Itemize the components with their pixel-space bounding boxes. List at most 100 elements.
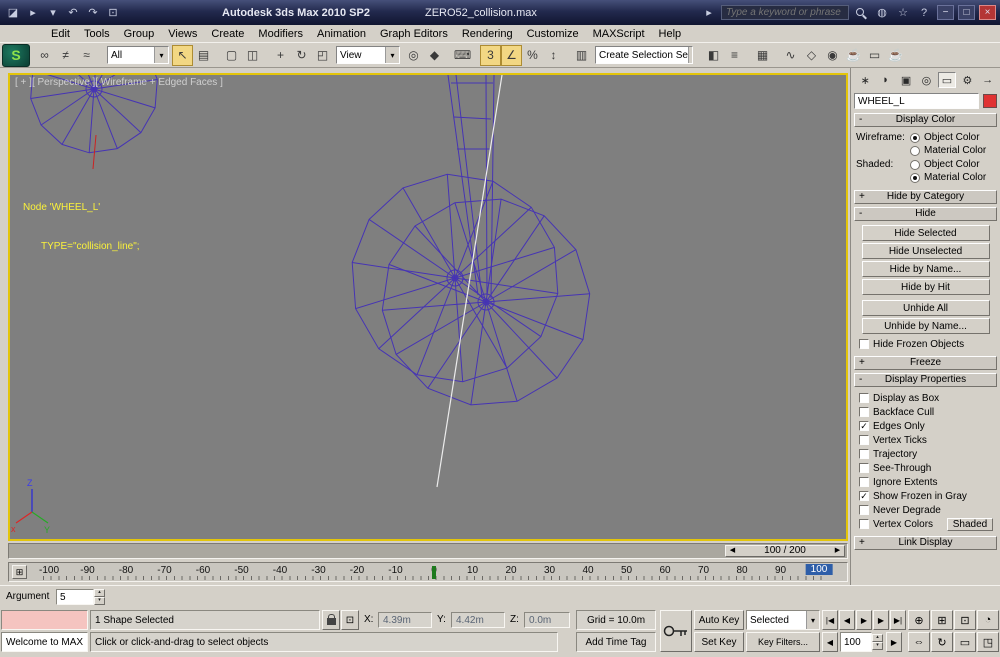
communication-center-icon[interactable]: ◍ — [873, 4, 891, 21]
hide-by-category-header[interactable]: + Hide by Category — [854, 190, 997, 204]
spinner-down-icon[interactable]: ▾ — [94, 597, 105, 605]
select-object-icon[interactable]: ↖ — [172, 44, 193, 66]
maximize-viewport-icon[interactable]: ◳ — [977, 632, 999, 652]
tab-create[interactable]: ∗ — [856, 72, 874, 88]
use-pivot-point-icon[interactable]: ◎ — [403, 45, 424, 66]
select-and-link-icon[interactable]: ∞ — [34, 45, 55, 66]
select-and-move-icon[interactable]: + — [270, 45, 291, 66]
menu-graph-editors[interactable]: Graph Editors — [373, 27, 455, 41]
reference-coordinate-dropdown[interactable]: View ▾ — [336, 46, 400, 64]
tab-utilities[interactable]: ⚙ — [958, 72, 976, 88]
zoom-region-icon[interactable]: ▭ — [954, 632, 976, 652]
display-color-header[interactable]: - Display Color — [854, 113, 997, 127]
auto-key-button[interactable]: Auto Key — [694, 610, 744, 630]
set-keys-button[interactable] — [660, 610, 692, 652]
add-time-tag[interactable]: Add Time Tag — [576, 632, 656, 652]
help-icon[interactable]: ? — [915, 4, 933, 21]
orbit-icon[interactable]: ↻ — [931, 632, 953, 652]
menu-help[interactable]: Help — [652, 27, 689, 41]
radio-wireframe-object-color[interactable] — [910, 132, 920, 143]
y-coordinate-field[interactable]: 4.42m — [451, 612, 505, 628]
argument-spinner[interactable]: ▴ ▾ — [94, 589, 105, 605]
spinner-down-icon[interactable]: ▾ — [872, 642, 883, 650]
menu-rendering[interactable]: Rendering — [455, 27, 520, 41]
viewport-label[interactable]: [ + ][ Perspective ][ Wireframe + Edged … — [15, 77, 223, 88]
named-selection-dropdown[interactable]: Create Selection Se▾ — [595, 46, 693, 64]
checkbox-ignore-extents[interactable] — [859, 477, 869, 487]
previous-frame-arrow-icon[interactable]: ◀ — [726, 545, 739, 557]
zoom-extents-icon[interactable]: ⊡ — [954, 610, 976, 630]
percent-snap-icon[interactable]: % — [522, 45, 543, 66]
field-of-view-icon[interactable]: ◔ — [977, 610, 999, 630]
checkbox-vertex-ticks[interactable] — [859, 435, 869, 445]
button-unhide-by-name[interactable]: Unhide by Name... — [861, 318, 990, 334]
checkbox-see-through[interactable] — [859, 463, 869, 473]
maxscript-listener-pink[interactable] — [1, 610, 88, 630]
hide-header[interactable]: - Hide — [854, 207, 997, 221]
spinner-up-icon[interactable]: ▴ — [872, 634, 883, 642]
button-hide-by-hit[interactable]: Hide by Hit — [861, 279, 990, 295]
go-to-start-button[interactable]: |◀ — [822, 610, 838, 630]
checkbox-trajectory[interactable] — [859, 449, 869, 459]
button-unhide-all[interactable]: Unhide All — [861, 300, 990, 316]
zoom-icon[interactable]: ⊕ — [908, 610, 930, 630]
menu-views[interactable]: Views — [161, 27, 204, 41]
radio-shaded-material-color[interactable] — [910, 172, 920, 183]
select-and-manipulate-icon[interactable]: ◆ — [424, 45, 445, 66]
shaded-button[interactable]: Shaded — [947, 517, 993, 531]
menu-tools[interactable]: Tools — [77, 27, 117, 41]
object-name-input[interactable] — [854, 93, 979, 109]
object-color-swatch[interactable] — [983, 94, 997, 108]
welcome-to-max-button[interactable]: Welcome to MAX — [1, 632, 88, 652]
chevron-down-icon[interactable]: ▾ — [687, 47, 692, 63]
selection-lock-toggle[interactable] — [322, 610, 340, 630]
menu-create[interactable]: Create — [204, 27, 251, 41]
tab-hierarchy[interactable]: ▣ — [897, 72, 915, 88]
spinner-up-icon[interactable]: ▴ — [94, 589, 105, 597]
chevron-down-icon[interactable]: ▾ — [385, 47, 399, 63]
key-filters-button[interactable]: Key Filters... — [746, 632, 820, 652]
checkbox-vertex-colors[interactable] — [859, 519, 869, 529]
radio-shaded-object-color[interactable] — [910, 159, 920, 170]
select-and-rotate-icon[interactable]: ↻ — [291, 45, 312, 66]
current-frame-field[interactable]: 100 — [840, 632, 872, 652]
checkbox-hide-frozen-objects[interactable] — [859, 339, 869, 349]
favorites-icon[interactable]: ☆ — [894, 4, 912, 21]
previous-key-button[interactable]: ◀ — [822, 632, 838, 652]
maximize-button[interactable]: □ — [958, 5, 975, 20]
material-editor-icon[interactable]: ◉ — [822, 45, 843, 66]
menu-group[interactable]: Group — [117, 27, 162, 41]
zoom-all-icon[interactable]: ⊞ — [931, 610, 953, 630]
angle-snap-icon[interactable]: ∠ — [501, 44, 522, 66]
render-setup-icon[interactable]: ☕ — [843, 45, 864, 66]
bind-to-space-warp-icon[interactable]: ≈ — [76, 45, 97, 66]
go-to-end-button[interactable]: ▶| — [890, 610, 906, 630]
frame-spinner[interactable]: ▴ ▾ — [872, 634, 883, 650]
render-production-icon[interactable]: ☕ — [885, 45, 906, 66]
key-mode-dropdown[interactable]: Selected ▾ — [746, 610, 820, 630]
window-crossing-icon[interactable]: ◫ — [242, 45, 263, 66]
mirror-icon[interactable]: ◧ — [703, 45, 724, 66]
select-and-scale-icon[interactable]: ◰ — [312, 45, 333, 66]
align-icon[interactable]: ≡ — [724, 45, 745, 66]
radio-wireframe-material-color[interactable] — [910, 145, 920, 156]
mini-curve-editor-button[interactable]: ⊞ — [12, 565, 27, 579]
menu-maxscript[interactable]: MAXScript — [586, 27, 652, 41]
tab-modify[interactable]: ◗ — [876, 72, 894, 88]
checkbox-never-degrade[interactable] — [859, 505, 869, 515]
z-coordinate-field[interactable]: 0.0m — [524, 612, 570, 628]
undo-icon[interactable]: ↶ — [64, 4, 82, 21]
open-file-icon[interactable]: ▸ — [24, 4, 42, 21]
checkbox-display-as-box[interactable] — [859, 393, 869, 403]
selection-filter-dropdown[interactable]: All ▾ — [107, 46, 169, 64]
button-hide-unselected[interactable]: Hide Unselected — [861, 243, 990, 259]
search-input[interactable] — [721, 5, 849, 20]
workspace-icon[interactable]: ⊡ — [104, 4, 122, 21]
snaps-toggle-icon[interactable]: 3 — [480, 44, 501, 66]
freeze-header[interactable]: + Freeze — [854, 356, 997, 370]
edit-named-selection-sets-icon[interactable]: ▥ — [571, 45, 592, 66]
minimize-button[interactable]: − — [937, 5, 954, 20]
absolute-mode-toggle[interactable]: ⊡ — [341, 610, 359, 630]
checkbox-edges-only[interactable] — [859, 421, 869, 431]
time-slider-handle[interactable]: ◀ 100 / 200 ▶ — [725, 545, 845, 557]
